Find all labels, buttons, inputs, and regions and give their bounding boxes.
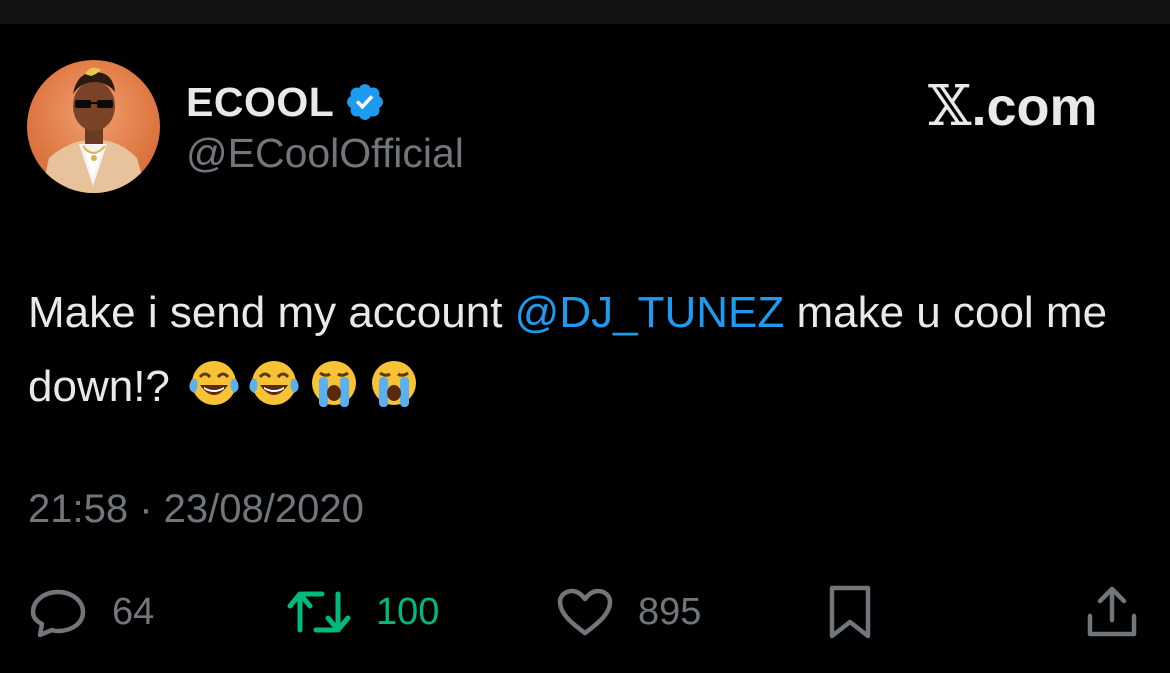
author-handle[interactable]: @ECoolOfficial	[186, 130, 464, 177]
mention-link[interactable]: @DJ_TUNEZ	[515, 288, 785, 337]
avatar[interactable]	[27, 60, 160, 193]
tears-of-joy-emoji-icon	[186, 357, 242, 432]
tweet-card: ECOOL @ECoolOfficial 𝕏 .com Make i send m…	[0, 24, 1170, 673]
tweet-text-part: Make i send my account	[28, 288, 515, 337]
share-button[interactable]	[1084, 582, 1140, 642]
retweet-icon	[287, 591, 351, 633]
share-icon	[1087, 586, 1137, 637]
tweet-timestamp[interactable]: 21:58 · 23/08/2020	[28, 487, 364, 532]
reply-button[interactable]: 64	[28, 582, 154, 642]
author-display-name[interactable]: ECOOL	[186, 79, 334, 126]
like-button[interactable]: 895	[556, 582, 701, 642]
top-status-strip	[0, 0, 1170, 24]
loudly-crying-face-emoji-icon	[306, 357, 362, 432]
like-count: 895	[638, 590, 702, 633]
loudly-crying-face-emoji-icon	[366, 357, 422, 432]
heart-icon	[557, 588, 613, 636]
site-domain-suffix: .com	[971, 76, 1098, 137]
verified-badge-icon	[347, 84, 384, 120]
author-name-row[interactable]: ECOOL	[186, 78, 386, 126]
bookmark-icon	[829, 585, 871, 639]
reply-icon	[30, 589, 86, 637]
retweet-count: 100	[376, 590, 440, 633]
x-logo-icon: 𝕏	[928, 74, 972, 139]
bookmark-button[interactable]	[826, 582, 874, 642]
reply-count: 64	[112, 590, 155, 633]
site-logo: 𝕏 .com	[928, 74, 1098, 139]
tweet-actions-bar: 64 100 895	[0, 582, 1170, 642]
tweet-text: Make i send my account @DJ_TUNEZ make u …	[28, 276, 1138, 432]
tears-of-joy-emoji-icon	[246, 357, 302, 432]
retweet-button[interactable]: 100	[286, 582, 439, 642]
